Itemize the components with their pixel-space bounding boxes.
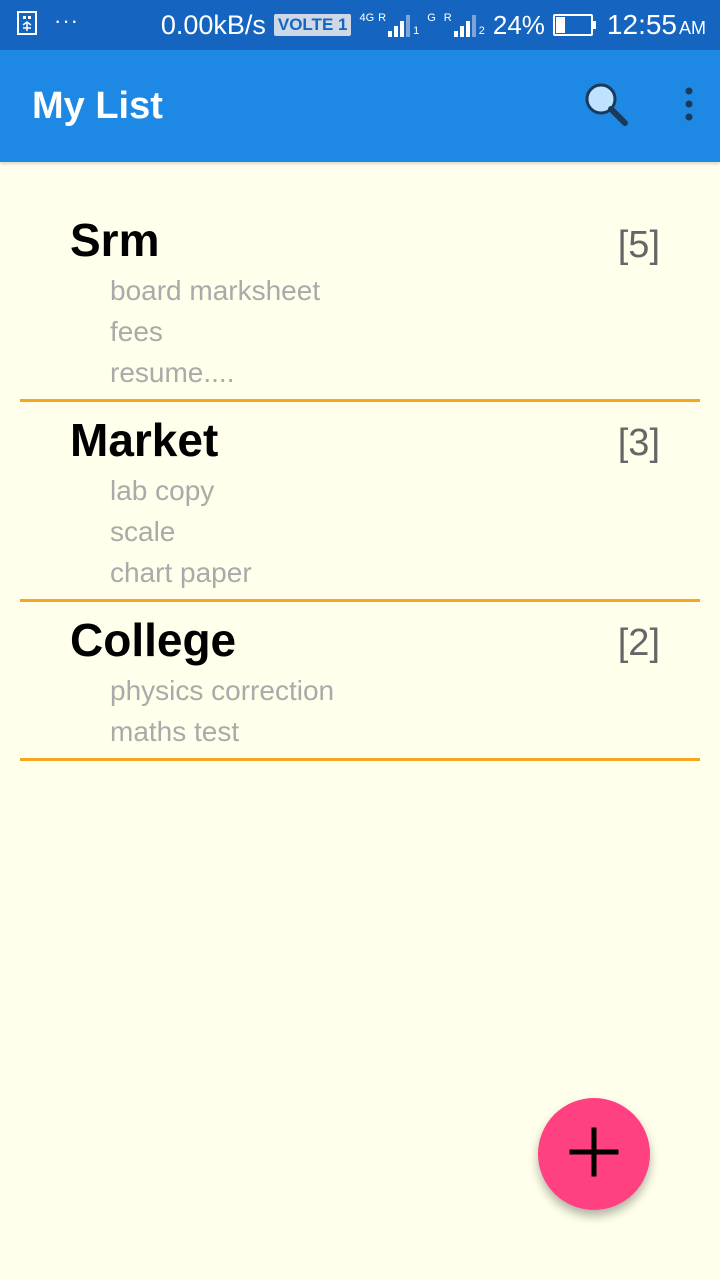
list-item: fees xyxy=(110,316,163,347)
list-item: board marksheet xyxy=(110,275,321,306)
usb-icon xyxy=(16,10,38,41)
more-vert-icon xyxy=(684,87,694,126)
add-icon xyxy=(569,1127,619,1182)
search-button[interactable] xyxy=(578,78,634,134)
list-title: Srm xyxy=(70,214,160,266)
list-item: lab copy xyxy=(110,475,215,506)
sim1-network-type: 4G xyxy=(359,12,375,24)
list-group-market[interactable]: Market [3] lab copy scale chart paper xyxy=(20,402,700,602)
more-notifications-icon: ··· xyxy=(54,8,79,33)
sim2-index: 2 xyxy=(478,25,485,37)
overflow-menu-button[interactable] xyxy=(674,78,704,134)
clock: 12:55 AM xyxy=(607,9,706,41)
search-icon xyxy=(581,79,631,134)
battery-fill xyxy=(555,17,565,33)
list-title: Market xyxy=(70,414,219,466)
list-item: physics correction xyxy=(110,675,335,706)
sim2-signal-icon: G R 2 xyxy=(427,13,485,37)
clock-time: 12:55 xyxy=(606,9,677,40)
volte-badge: VOLTE 1 xyxy=(273,14,352,36)
clock-ampm: AM xyxy=(679,18,706,38)
battery-percent: 24% xyxy=(492,9,545,40)
page-title: My List xyxy=(32,84,163,127)
app-bar: My List xyxy=(0,50,720,162)
add-list-button[interactable] xyxy=(538,1098,650,1210)
list-count: [5] xyxy=(617,224,660,266)
sim1-index: 1 xyxy=(413,25,420,37)
list-item: chart paper xyxy=(110,557,252,588)
list-count: [3] xyxy=(617,422,660,464)
list-count: [2] xyxy=(617,622,660,664)
status-bar: ··· 0.00kB/s VOLTE 1 4G R 1 G R 2 24% 12… xyxy=(0,0,720,50)
network-speed: 0.00kB/s xyxy=(160,9,266,40)
battery-icon xyxy=(552,14,596,36)
list-group-srm[interactable]: Srm [5] board marksheet fees resume.... xyxy=(20,210,700,402)
sim1-signal-icon: 4G R 1 xyxy=(359,13,419,37)
list-group-college[interactable]: College [2] physics correction maths tes… xyxy=(20,602,700,761)
sim1-roaming: R xyxy=(378,12,387,24)
list-container: Srm [5] board marksheet fees resume.... … xyxy=(20,210,700,761)
list-item: scale xyxy=(110,516,176,547)
sim2-network-type: G xyxy=(427,12,436,24)
list-title: College xyxy=(70,614,237,666)
sim2-roaming: R xyxy=(443,12,452,24)
list-item: maths test xyxy=(110,716,240,747)
list-item: resume.... xyxy=(110,357,235,388)
